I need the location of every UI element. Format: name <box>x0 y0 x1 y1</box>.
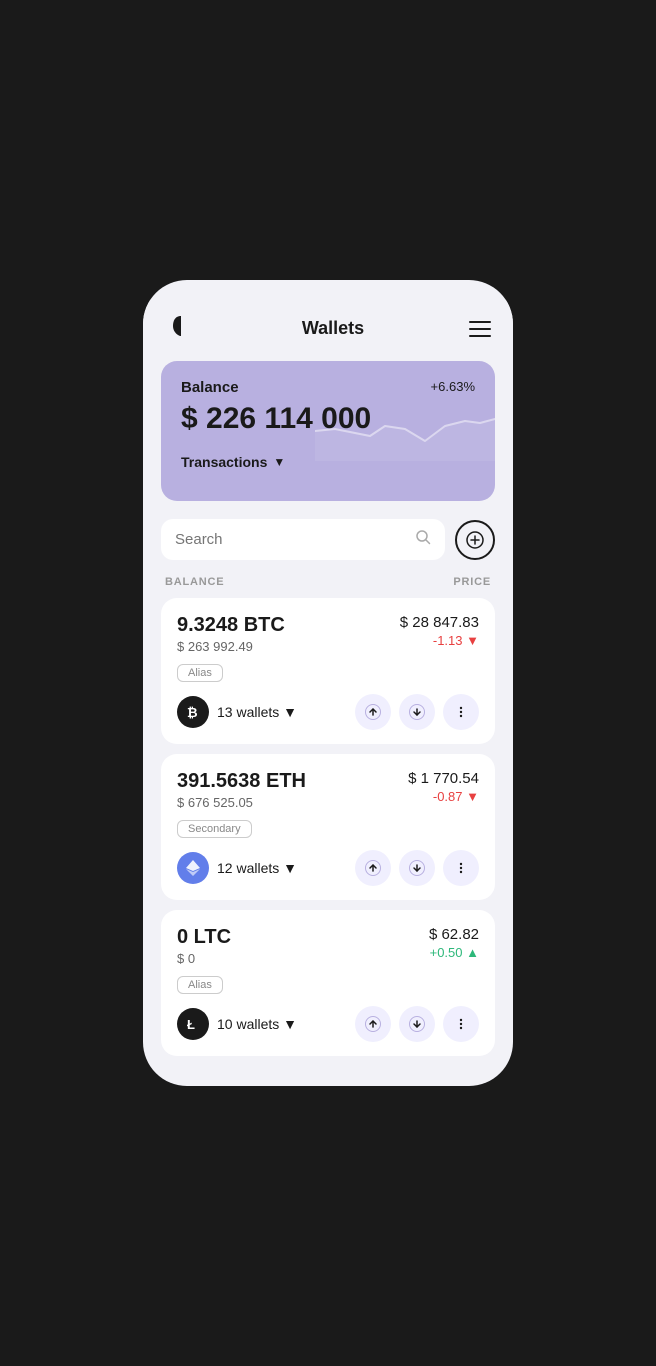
coin-card-eth: 391.5638 ETH $ 676 525.05 $ 1 770.54 -0.… <box>161 754 495 900</box>
btc-send-button[interactable] <box>355 694 391 730</box>
eth-amount: 391.5638 ETH <box>177 770 306 793</box>
search-row <box>143 519 513 560</box>
eth-receive-button[interactable] <box>399 850 435 886</box>
eth-price: $ 1 770.54 <box>408 770 479 787</box>
eth-more-button[interactable] <box>443 850 479 886</box>
balance-col-header: BALANCE <box>165 576 224 588</box>
coins-list: 9.3248 BTC $ 263 992.49 $ 28 847.83 -1.1… <box>143 594 513 1056</box>
svg-text:₿: ₿ <box>187 705 198 720</box>
ltc-alias-tag: Alias <box>177 976 223 994</box>
eth-usd: $ 676 525.05 <box>177 795 306 810</box>
btc-change: -1.13 ▼ <box>400 633 479 648</box>
ltc-send-button[interactable] <box>355 1006 391 1042</box>
logo-icon <box>165 310 197 347</box>
columns-header: BALANCE PRICE <box>143 568 513 594</box>
balance-label: Balance <box>181 379 239 396</box>
ltc-usd: $ 0 <box>177 951 231 966</box>
eth-send-button[interactable] <box>355 850 391 886</box>
phone-frame: Wallets Balance +6.63% $ 226 114 000 Tra… <box>143 280 513 1086</box>
search-box <box>161 519 445 560</box>
ltc-amount: 0 LTC <box>177 926 231 949</box>
add-wallet-button[interactable] <box>455 520 495 560</box>
search-input[interactable] <box>175 531 407 548</box>
eth-change: -0.87 ▼ <box>408 789 479 804</box>
ltc-more-button[interactable] <box>443 1006 479 1042</box>
ltc-price: $ 62.82 <box>429 926 479 943</box>
btc-receive-button[interactable] <box>399 694 435 730</box>
eth-logo <box>177 852 209 884</box>
balance-card: Balance +6.63% $ 226 114 000 Transaction… <box>161 361 495 501</box>
btc-price: $ 28 847.83 <box>400 614 479 631</box>
menu-icon[interactable] <box>469 321 491 337</box>
search-icon <box>415 529 431 550</box>
transactions-label: Transactions <box>181 454 267 470</box>
ltc-wallets[interactable]: 10 wallets ▼ <box>217 1016 297 1032</box>
header: Wallets <box>143 300 513 361</box>
transactions-chevron-icon: ▼ <box>273 455 285 469</box>
btc-usd: $ 263 992.49 <box>177 639 285 654</box>
svg-text:Ł: Ł <box>187 1017 195 1032</box>
btc-logo: ₿ <box>177 696 209 728</box>
balance-chart <box>315 391 495 461</box>
ltc-change: +0.50 ▲ <box>429 945 479 960</box>
ltc-receive-button[interactable] <box>399 1006 435 1042</box>
page-title: Wallets <box>302 318 364 339</box>
btc-more-button[interactable] <box>443 694 479 730</box>
ltc-logo: Ł <box>177 1008 209 1040</box>
price-col-header: PRICE <box>453 576 491 588</box>
btc-wallets[interactable]: 13 wallets ▼ <box>217 704 297 720</box>
coin-card-btc: 9.3248 BTC $ 263 992.49 $ 28 847.83 -1.1… <box>161 598 495 744</box>
coin-card-ltc: 0 LTC $ 0 $ 62.82 +0.50 ▲ Alias Ł <box>161 910 495 1056</box>
btc-alias-tag: Alias <box>177 664 223 682</box>
eth-wallets[interactable]: 12 wallets ▼ <box>217 860 297 876</box>
btc-amount: 9.3248 BTC <box>177 614 285 637</box>
eth-alias-tag: Secondary <box>177 820 252 838</box>
